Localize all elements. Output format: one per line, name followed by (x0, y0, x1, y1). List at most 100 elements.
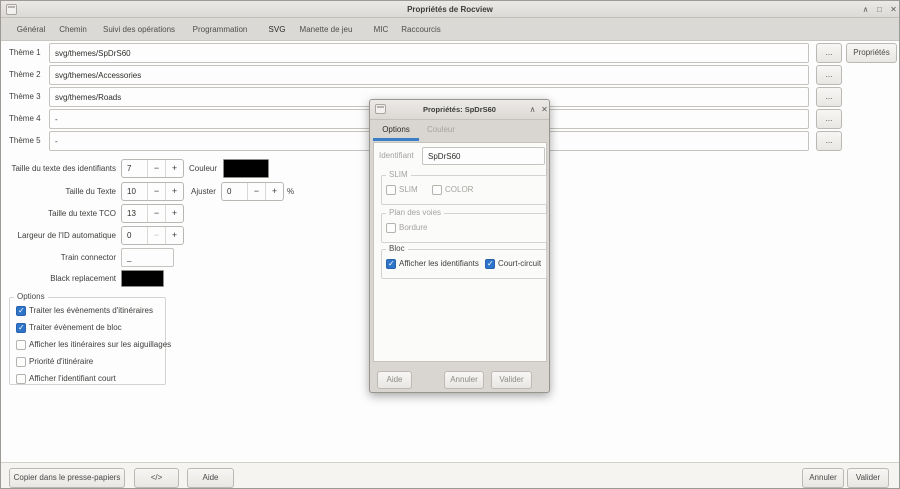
checkbox-label: Court-circuit (498, 258, 541, 270)
valider-button[interactable]: Valider (847, 468, 889, 488)
tab-manette-de-jeu[interactable]: Manette de jeu (300, 18, 353, 41)
options-group-title: Options (14, 292, 48, 301)
tab-programmation[interactable]: Programmation (193, 18, 248, 41)
text-size-label: Taille du Texte (1, 182, 116, 201)
theme4-browse-button[interactable]: ... (816, 109, 842, 129)
selected-tab-underline (373, 138, 419, 141)
traiter-evenements-itineraires-checkbox[interactable] (16, 306, 26, 316)
dialog-tab-panel: Identifiant SLIM SLIM COLOR Plan des voi… (373, 142, 547, 362)
aide-button[interactable]: Aide (187, 468, 234, 488)
plus-icon[interactable]: + (165, 227, 183, 244)
plus-icon[interactable]: + (265, 183, 283, 200)
checkbox-label: Traiter les évènements d'itinéraires (29, 305, 153, 317)
checkbox-label: SLIM (399, 184, 418, 196)
afficher-identifiant-court-checkbox[interactable] (16, 374, 26, 384)
checkbox-label: Priorité d'itinéraire (29, 356, 93, 368)
theme3-browse-button[interactable]: ... (816, 87, 842, 107)
copy-clipboard-button[interactable]: Copier dans le presse-papiers (9, 468, 125, 488)
minus-icon[interactable]: − (147, 205, 165, 222)
plus-icon[interactable]: + (165, 205, 183, 222)
court-circuit-checkbox[interactable] (485, 259, 495, 269)
identifiant-input[interactable] (422, 147, 545, 165)
train-connector-input[interactable] (121, 248, 174, 267)
minus-icon: − (147, 227, 165, 244)
auto-id-width-value[interactable]: 0 (122, 227, 147, 244)
theme4-label: Thème 4 (9, 109, 41, 129)
close-icon[interactable]: ✕ (887, 3, 900, 16)
tab-raccourcis[interactable]: Raccourcis (401, 18, 441, 41)
bloc-group: Bloc Afficher les identifiants Court-cir… (381, 249, 547, 279)
ajuster-label: Ajuster (191, 182, 216, 201)
minus-icon[interactable]: − (147, 183, 165, 200)
annuler-button[interactable]: Annuler (802, 468, 844, 488)
theme2-label: Thème 2 (9, 65, 41, 85)
theme2-browse-button[interactable]: ... (816, 65, 842, 85)
spdrs60-properties-dialog: Propriétés: SpDrS60 ∧ ✕ Options Couleur … (369, 99, 550, 393)
title-bar: Propriétés de Rocview ∧ □ ✕ (1, 1, 899, 18)
tab-svg[interactable]: SVG (269, 18, 286, 41)
dialog-tab-options[interactable]: Options (382, 120, 410, 140)
checkbox-label: Bordure (399, 222, 427, 234)
ajuster-value[interactable]: 0 (222, 183, 247, 200)
theme3-label: Thème 3 (9, 87, 41, 107)
tab-chemin[interactable]: Chemin (59, 18, 87, 41)
plus-icon[interactable]: + (165, 160, 183, 177)
shade-icon[interactable]: ∧ (859, 3, 872, 16)
main-tab-bar: Général Chemin Suivi des opérations Prog… (1, 18, 899, 41)
bloc-group-title: Bloc (386, 244, 408, 253)
identifiant-label: Identifiant (379, 147, 414, 165)
train-connector-label: Train connector (1, 248, 116, 267)
afficher-itineraires-aiguillages-checkbox[interactable] (16, 340, 26, 350)
theme5-browse-button[interactable]: ... (816, 131, 842, 151)
checkbox-label: Traiter évènement de bloc (29, 322, 122, 334)
color-checkbox[interactable] (432, 185, 442, 195)
rocview-properties-window: Propriétés de Rocview ∧ □ ✕ Général Chem… (0, 0, 900, 489)
traiter-evenement-bloc-checkbox[interactable] (16, 323, 26, 333)
window-title: Propriétés de Rocview (1, 1, 899, 18)
dialog-aide-button[interactable]: Aide (377, 371, 412, 389)
slim-checkbox[interactable] (386, 185, 396, 195)
dialog-title-bar: Propriétés: SpDrS60 ∧ ✕ (370, 100, 549, 120)
plus-icon[interactable]: + (165, 183, 183, 200)
theme1-properties-button[interactable]: Propriétés (846, 43, 897, 63)
checkbox-label: Afficher les identifiants (399, 258, 479, 270)
priorite-itineraire-checkbox[interactable] (16, 357, 26, 367)
theme1-browse-button[interactable]: ... (816, 43, 842, 63)
bordure-checkbox[interactable] (386, 223, 396, 233)
maximize-icon[interactable]: □ (873, 3, 886, 16)
slim-group-title: SLIM (386, 170, 411, 179)
theme2-input[interactable] (49, 65, 809, 85)
tco-text-size-spinner: 13 − + (121, 204, 184, 223)
plan-des-voies-group-title: Plan des voies (386, 208, 444, 217)
dialog-title: Propriétés: SpDrS60 (370, 100, 549, 120)
tab-general[interactable]: Général (17, 18, 45, 41)
tab-mic[interactable]: MIC (374, 18, 389, 41)
ajuster-unit: % (287, 182, 294, 201)
tco-text-size-label: Taille du texte TCO (1, 204, 116, 223)
couleur-swatch[interactable] (223, 159, 269, 178)
options-group: Options Traiter les évènements d'itinéra… (9, 297, 166, 385)
minus-icon[interactable]: − (147, 160, 165, 177)
auto-id-width-label: Largeur de l'ID automatique (1, 226, 116, 245)
slim-group: SLIM SLIM COLOR (381, 175, 547, 205)
tco-text-size-value[interactable]: 13 (122, 205, 147, 222)
close-icon[interactable]: ✕ (538, 103, 551, 116)
checkbox-label: Afficher l'identifiant court (29, 373, 116, 385)
theme5-label: Thème 5 (9, 131, 41, 151)
plan-des-voies-group: Plan des voies Bordure (381, 213, 547, 243)
black-replacement-label: Black replacement (1, 270, 116, 287)
theme1-input[interactable] (49, 43, 809, 63)
dialog-valider-button[interactable]: Valider (491, 371, 532, 389)
checkbox-label: COLOR (445, 184, 473, 196)
id-text-size-spinner: 7 − + (121, 159, 184, 178)
checkbox-label: Afficher les itinéraires sur les aiguill… (29, 339, 171, 351)
text-size-value[interactable]: 10 (122, 183, 147, 200)
afficher-identifiants-checkbox[interactable] (386, 259, 396, 269)
dialog-annuler-button[interactable]: Annuler (444, 371, 484, 389)
black-replacement-swatch[interactable] (121, 270, 164, 287)
tab-suivi-des-operations[interactable]: Suivi des opérations (103, 18, 175, 41)
dialog-tab-couleur[interactable]: Couleur (427, 120, 455, 140)
minus-icon[interactable]: − (247, 183, 265, 200)
id-text-size-value[interactable]: 7 (122, 160, 147, 177)
code-button[interactable]: </> (134, 468, 179, 488)
